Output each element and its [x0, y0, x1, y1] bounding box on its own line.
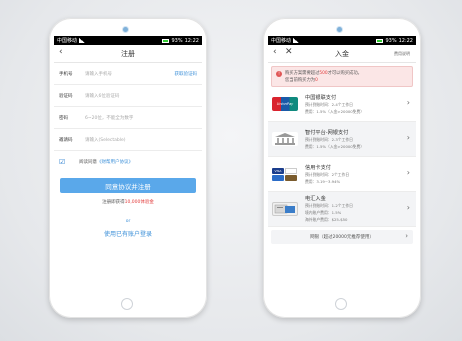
payment-name: 中国银联支付 [305, 94, 337, 101]
notice-line2: 您当前购买力为0 [285, 77, 318, 83]
status-battery: 93% [171, 37, 183, 44]
code-field[interactable]: 验证码 请输入6位验证码 [54, 85, 202, 107]
agree-text: 阅读同意 [79, 159, 97, 165]
notice-text: 才可以购买成功。 [327, 71, 362, 76]
status-battery: 93% [385, 37, 397, 44]
card-logo [285, 175, 297, 181]
unionpay-logo: UnionPay [272, 97, 298, 111]
status-time: 12:22 [398, 37, 413, 44]
payment-fee: 费用：3.19~3.94% [305, 178, 341, 184]
register-screen: 中国移动 93% 12:22 ‹ 注册 手机号 请输入手机号 获取验证码 验证码… [54, 36, 202, 299]
payment-time: 预计到账时间：2-4个工作日 [305, 101, 353, 107]
payment-time: 预计到账时间：2-3个工作日 [305, 136, 353, 142]
deposit-phone: 中国移动 93% 12:22 ‹ ✕ 入金 费用说明 ! 购买方案需要超过500… [263, 18, 421, 318]
payment-info: 智付平台-网银支付 预计到账时间：2-3个工作日 费用：1.5%（入金>2000… [305, 129, 412, 150]
payment-unionpay[interactable]: UnionPay 中国银联支付 预计到账时间：2-4个工作日 费用：1.5%（入… [268, 87, 416, 122]
payment-fee: 费用：1.5%（入金>20000免费） [305, 143, 365, 149]
agreement-row: ☑ 阅读同意 《财帮用户协议》 [54, 151, 202, 172]
more-label: 网银（超过20000元推荐使用） [310, 235, 374, 240]
password-input[interactable]: 6~20位，不能全为数字 [85, 115, 197, 121]
chevron-right-icon: › [406, 133, 410, 142]
phone-input[interactable]: 请输入手机号 [85, 71, 175, 77]
notice-line1: 购买方案需要超过500才可以购买成功。 [285, 70, 362, 76]
payment-name: 电汇入金 [305, 196, 326, 202]
chevron-right-icon: › [406, 168, 410, 177]
notice-text: 您当前购买力为 [285, 78, 316, 83]
notice-amount: 500 [319, 71, 328, 76]
bank-icon [272, 132, 298, 146]
notice-amount: 0 [315, 78, 318, 83]
promo-text: 注册即获得10,000体验金 [54, 199, 202, 205]
or-divider: or [125, 219, 131, 224]
field-label: 密码 [59, 115, 68, 121]
promo-prefix: 注册即获得 [102, 200, 125, 205]
deposit-screen: 中国移动 93% 12:22 ‹ ✕ 入金 费用说明 ! 购买方案需要超过500… [268, 36, 416, 299]
payment-fee: 境内账户费用：1.5% [305, 210, 342, 215]
payment-info: 中国银联支付 预计到账时间：2-4个工作日 费用：1.5%（入金>20000免费… [305, 94, 412, 115]
wire-transfer-icon [272, 202, 298, 216]
login-link[interactable]: 使用已有账户登录 [54, 229, 202, 238]
more-online-bank-button[interactable]: 网银（超过20000元推荐使用） › [271, 230, 413, 244]
payment-info: 信用卡支付 预计到账时间：2个工作日 费用：3.19~3.94% [305, 164, 412, 185]
register-phone: 中国移动 93% 12:22 ‹ 注册 手机号 请输入手机号 获取验证码 验证码… [49, 18, 207, 318]
payment-online-bank[interactable]: 智付平台-网银支付 预计到账时间：2-3个工作日 费用：1.5%（入金>2000… [268, 122, 416, 157]
field-label: 邀请码 [59, 137, 73, 143]
home-button[interactable] [335, 298, 347, 310]
payment-fee: 费用：1.5%（入金>20000免费） [305, 108, 365, 114]
payment-info: 电汇入金 预计到账时间：1-2个工作日 境内账户费用：1.5% 海外账户费用：$… [305, 195, 412, 223]
signal-icon [293, 38, 300, 43]
field-label: 手机号 [59, 71, 73, 77]
notice-text: 购买方案需要超过 [285, 71, 320, 76]
chevron-right-icon: › [406, 98, 410, 107]
notice-banner: ! 购买方案需要超过500才可以购买成功。 您当前购买力为0 [271, 66, 413, 87]
payment-credit-card[interactable]: VISA 信用卡支付 预计到账时间：2个工作日 费用：3.19~3.94% › [268, 157, 416, 192]
phone-field[interactable]: 手机号 请输入手机号 获取验证码 [54, 63, 202, 85]
payment-name: 智付平台-网银支付 [305, 129, 349, 136]
battery-icon [376, 38, 384, 43]
payment-wire-transfer[interactable]: 电汇入金 预计到账时间：1-2个工作日 境内账户费用：1.5% 海外账户费用：$… [268, 192, 416, 227]
status-carrier: 中国移动 [271, 38, 292, 44]
status-carrier: 中国移动 [57, 38, 78, 44]
battery-icon [162, 38, 170, 43]
status-time: 12:22 [184, 37, 199, 44]
field-label: 验证码 [59, 93, 73, 99]
fee-info-link[interactable]: 费用说明 [394, 51, 410, 57]
payment-time: 预计到账时间：2个工作日 [305, 171, 350, 177]
code-input[interactable]: 请输入6位验证码 [85, 93, 197, 99]
signal-icon [79, 38, 86, 43]
status-bar: 中国移动 93% 12:22 [54, 36, 202, 45]
checkbox-checked-icon[interactable]: ☑ [59, 158, 65, 165]
promo-amount: 10,000体验金 [124, 200, 154, 205]
card-logo [285, 168, 297, 174]
register-button[interactable]: 同意协议并注册 [60, 178, 196, 193]
card-logo [272, 175, 284, 181]
invite-field[interactable]: 邀请码 请输入(Selectable) [54, 129, 202, 151]
page-title: 注册 [121, 50, 135, 58]
chevron-right-icon: › [405, 232, 408, 240]
payment-name: 信用卡支付 [305, 164, 331, 171]
get-code-button[interactable]: 获取验证码 [175, 71, 198, 77]
status-bar: 中国移动 93% 12:22 [268, 36, 416, 45]
credit-cards-icon: VISA [272, 167, 298, 181]
home-button[interactable] [121, 298, 133, 310]
payment-time: 预计到账时间：1-2个工作日 [305, 203, 353, 208]
deposit-titlebar: ‹ ✕ 入金 费用说明 [268, 45, 416, 63]
payment-fee-overseas: 海外账户费用：$25-$50 [305, 217, 348, 222]
invite-input[interactable]: 请输入(Selectable) [85, 137, 197, 143]
register-titlebar: ‹ 注册 [54, 45, 202, 63]
alert-icon: ! [276, 71, 282, 77]
agreement-link[interactable]: 《财帮用户协议》 [97, 159, 133, 165]
visa-logo: VISA [272, 168, 284, 174]
camera-dot [123, 27, 128, 32]
camera-dot [337, 27, 342, 32]
chevron-right-icon: › [406, 203, 410, 212]
password-field[interactable]: 密码 6~20位，不能全为数字 [54, 107, 202, 129]
